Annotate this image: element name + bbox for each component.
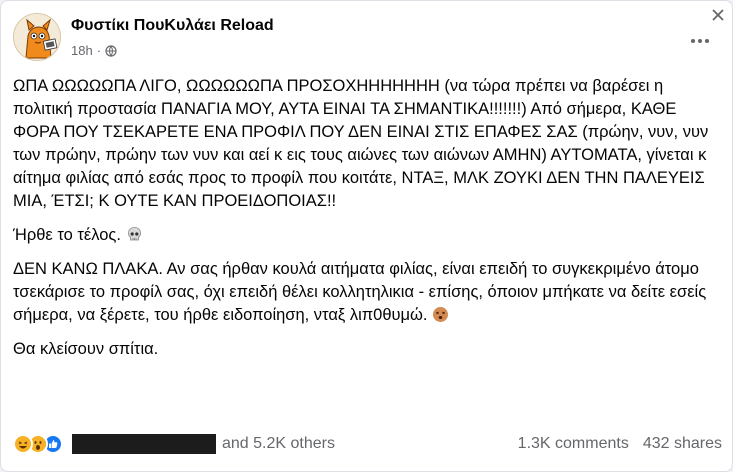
meta-separator: ·: [96, 43, 102, 58]
post-time[interactable]: 18h: [71, 43, 93, 58]
engagement-stats: 1.3K comments 432 shares: [518, 435, 722, 453]
comments-count[interactable]: 1.3K comments: [518, 435, 629, 453]
globe-icon[interactable]: [105, 44, 117, 57]
redacted-name-block: [72, 434, 216, 454]
haha-reaction-icon: [13, 434, 33, 454]
paragraph-text: Θα κλείσουν σπίτια.: [13, 340, 159, 358]
others-count[interactable]: and 5.2K others: [222, 435, 335, 453]
post-body: ΩΠΑ ΩΩΩΩΩΠΑ ΛΙΓΟ, ΩΩΩΩΩΩΠΑ ΠΡΟΣΟΧΗΗΗΗΗΗΗ…: [13, 75, 723, 372]
page-avatar[interactable]: [13, 13, 61, 61]
post-paragraph: Θα κλείσουν σπίτια.: [13, 338, 723, 361]
more-horizontal-icon: [691, 39, 709, 43]
paragraph-text: Ήρθε το τέλος.: [13, 226, 121, 244]
paragraph-text: ΔΕΝ ΚΑΝΩ ΠΛΑΚΑ. Αν σας ήρθαν κουλά αιτήμ…: [13, 260, 707, 324]
post-paragraph: Ήρθε το τέλος.: [13, 224, 723, 247]
post-card: Φυστίκι ΠουΚυλάει Reload 18h · ΩΠΑ ΩΩΩΩΩ…: [0, 0, 733, 472]
more-options-button[interactable]: [686, 27, 714, 55]
post-footer: and 5.2K others 1.3K comments 432 shares: [13, 429, 722, 459]
post-paragraph: ΩΠΑ ΩΩΩΩΩΠΑ ΛΙΓΟ, ΩΩΩΩΩΩΠΑ ΠΡΟΣΟΧΗΗΗΗΗΗΗ…: [13, 75, 723, 213]
post-meta: 18h ·: [71, 43, 117, 58]
close-icon: [712, 9, 724, 21]
page-name[interactable]: Φυστίκι ΠουΚυλάει Reload: [71, 17, 274, 35]
close-button[interactable]: [708, 5, 728, 25]
paragraph-text: ΩΠΑ ΩΩΩΩΩΠΑ ΛΙΓΟ, ΩΩΩΩΩΩΠΑ ΠΡΟΣΟΧΗΗΗΗΗΗΗ…: [13, 77, 709, 210]
shares-count[interactable]: 432 shares: [643, 435, 722, 453]
cat-avatar-icon: [14, 14, 60, 60]
reaction-summary[interactable]: [13, 434, 63, 454]
post-header: Φυστίκι ΠουΚυλάει Reload 18h ·: [13, 9, 724, 63]
skull-emoji-icon: [126, 226, 143, 243]
dizzy-face-emoji-icon: [432, 306, 449, 323]
post-paragraph: ΔΕΝ ΚΑΝΩ ΠΛΑΚΑ. Αν σας ήρθαν κουλά αιτήμ…: [13, 258, 723, 327]
